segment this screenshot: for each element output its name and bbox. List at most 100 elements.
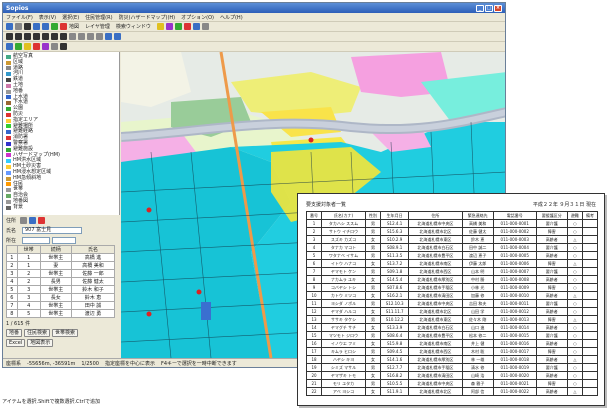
measure-icon[interactable] xyxy=(174,23,182,30)
circle-icon[interactable] xyxy=(42,33,49,40)
table-row[interactable]: 3 2 世帯主 佐藤 一郎 xyxy=(6,269,115,278)
panel-save-icon[interactable] xyxy=(29,216,37,224)
info-icon[interactable] xyxy=(192,23,200,30)
minimize-button[interactable]: _ xyxy=(476,4,484,12)
col-relation[interactable]: 続柄 xyxy=(39,245,73,254)
close-button[interactable]: × xyxy=(494,4,502,12)
sheet-cell: 011-000-0019 xyxy=(492,363,537,372)
layer-icon xyxy=(6,54,11,59)
search-window-label[interactable]: 検索ウィンドウ xyxy=(116,23,151,30)
table-cell: 3 xyxy=(6,269,18,278)
sheet-row: 18 ハヤシ キヨ女 S14.1.6 北海道札幌市厚別区林 一雄 011-000-001… xyxy=(306,355,599,364)
col-name[interactable]: 氏名 xyxy=(71,245,115,254)
menu-help[interactable]: ヘルプ(H) xyxy=(220,14,243,21)
sheet-row: 11 ヨシダ ノボル男 S12.10.3 北海道札幌市中央区 吉田 和夫 011-000-… xyxy=(306,299,599,308)
sheet-row: 13 ササキ タケシ男 S10.12.2 北海道札幌市東区 佐々木 剛 011-000-0… xyxy=(306,315,599,324)
open-icon[interactable] xyxy=(6,23,13,30)
layer-icon xyxy=(6,72,11,77)
copy-icon[interactable] xyxy=(105,33,112,40)
table-cell: 高橋 美和 xyxy=(71,261,115,270)
menu-disaster[interactable]: 防災(ハザードマップ)(H) xyxy=(119,14,176,21)
line-icon[interactable] xyxy=(15,33,22,40)
panel-delete-icon[interactable] xyxy=(38,216,46,224)
sheet-cell: 林 一雄 xyxy=(461,355,494,364)
sheet-cell xyxy=(581,283,599,292)
sheet-cell: 吉田 和夫 xyxy=(461,299,494,308)
sheet-cell: ナカムラ ユキ xyxy=(320,275,366,284)
tab-resident-search[interactable]: 住民検索 xyxy=(24,329,51,337)
sheet-cell: 男 xyxy=(364,243,381,252)
sheet-row: 1 タカハシ ススム男 S12.4.1 北海道札幌市中央区 高橋 美和 011-000-0… xyxy=(306,219,599,228)
maximize-button[interactable]: □ xyxy=(485,4,493,12)
sheet-cell: 高齢者 xyxy=(535,339,568,348)
layer-e-icon[interactable] xyxy=(42,43,49,50)
map-display-button[interactable]: 地図表示 xyxy=(27,339,54,347)
highlight-icon[interactable] xyxy=(156,23,164,30)
select-icon[interactable] xyxy=(6,33,13,40)
sheet-cell xyxy=(581,323,599,332)
col-household[interactable]: 世帯 xyxy=(16,245,41,254)
undo-icon[interactable] xyxy=(87,33,94,40)
table-row[interactable]: 4 2 長男 佐藤 健太 xyxy=(6,277,115,286)
table-row[interactable]: 5 3 世帯主 鈴木 和子 xyxy=(6,285,115,294)
text-icon[interactable] xyxy=(60,33,67,40)
menu-options[interactable]: オプション(O) xyxy=(181,14,214,21)
print-icon[interactable] xyxy=(24,23,31,30)
zoom-in-icon[interactable] xyxy=(33,23,40,30)
sheet-cell: 中村 勝 xyxy=(461,275,494,284)
sheet-cell: 田中 誠二 xyxy=(461,243,494,252)
menu-residents[interactable]: 住民管理(R) xyxy=(85,14,112,21)
polygon-icon[interactable] xyxy=(51,33,58,40)
sheet-cell: ○ xyxy=(566,283,583,292)
refresh-icon[interactable] xyxy=(60,23,67,30)
layer-icon xyxy=(6,107,11,112)
col-no[interactable] xyxy=(6,245,18,254)
layer-icon xyxy=(6,78,11,83)
area-select[interactable] xyxy=(22,236,50,244)
layer-manage-label[interactable]: レイヤ管理 xyxy=(85,23,110,30)
layer-icon[interactable] xyxy=(165,23,173,30)
tab-lot[interactable]: 地番 xyxy=(6,329,23,337)
save-icon[interactable] xyxy=(15,23,22,30)
layer-c-icon[interactable] xyxy=(24,43,31,50)
status-mode[interactable]: 座標系 xyxy=(6,360,21,367)
layer-g-icon[interactable] xyxy=(60,43,67,50)
tree-node[interactable]: 背景 xyxy=(6,204,116,211)
count-row: 1 / 615 件 xyxy=(3,318,120,328)
menu-view[interactable]: 表示(V) xyxy=(39,14,56,21)
zoom-out-icon[interactable] xyxy=(42,23,49,30)
redo-icon[interactable] xyxy=(96,33,103,40)
tab-household-search[interactable]: 世帯検索 xyxy=(52,329,79,337)
menu-select[interactable]: 選択(E) xyxy=(62,14,79,21)
sheet-cell: 山崎 浩 xyxy=(461,371,494,380)
settings-icon[interactable] xyxy=(201,23,209,30)
map-label[interactable]: 地図 xyxy=(69,23,79,30)
paste-icon[interactable] xyxy=(114,33,121,40)
layer-icon xyxy=(6,66,11,71)
excel-button[interactable]: Excel xyxy=(6,339,26,347)
menu-file[interactable]: ファイル(F) xyxy=(6,14,33,21)
panel-new-icon[interactable] xyxy=(20,216,28,224)
pan-icon[interactable] xyxy=(51,23,58,30)
rectangle-icon[interactable] xyxy=(33,33,40,40)
layer-a-icon[interactable] xyxy=(6,43,13,50)
name-input[interactable]: 907 富士見 xyxy=(22,226,82,234)
table-row[interactable]: 8 5 世帯主 渡辺 勇 xyxy=(6,309,115,318)
table-row[interactable]: 6 3 長女 鈴木 恵 xyxy=(6,293,115,302)
table-cell: 1 xyxy=(16,261,41,270)
table-row[interactable]: 2 1 妻高橋 美和 xyxy=(6,261,115,270)
sheet-cell: 佐々木 剛 xyxy=(461,315,494,324)
layer-b-icon[interactable] xyxy=(15,43,22,50)
sheet-cell: ○ xyxy=(566,363,583,372)
polyline-icon[interactable] xyxy=(24,33,31,40)
sheet-cell: S15.9.8 xyxy=(379,339,410,348)
marker-icon[interactable] xyxy=(183,23,191,30)
layer-f-icon[interactable] xyxy=(51,43,58,50)
delete-icon[interactable] xyxy=(78,33,85,40)
layer-d-icon[interactable] xyxy=(33,43,40,50)
arrow-icon[interactable] xyxy=(69,33,76,40)
area-sub-select[interactable] xyxy=(52,236,76,244)
table-row[interactable]: 7 4 世帯主 田中 誠 xyxy=(6,301,115,310)
table-cell: 5 xyxy=(16,309,41,318)
table-row[interactable]: 1 1 世帯主 高橋 進 xyxy=(6,253,115,262)
